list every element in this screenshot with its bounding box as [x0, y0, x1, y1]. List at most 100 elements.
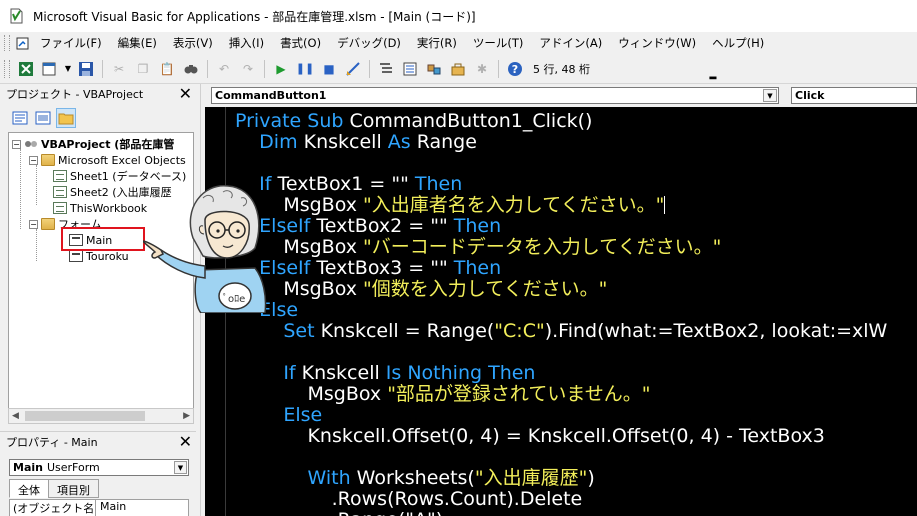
insert-dropdown-icon[interactable]: ▼ — [64, 60, 72, 78]
help-icon[interactable]: ? — [505, 60, 525, 78]
code-line[interactable]: ElseIf TextBox3 = "" Then — [235, 258, 887, 279]
code-line[interactable]: If TextBox1 = "" Then — [235, 174, 887, 195]
menu-file[interactable]: ファイル(F) — [32, 35, 110, 51]
break-icon[interactable]: ❚❚ — [295, 60, 315, 78]
find-icon[interactable] — [181, 60, 201, 78]
tools-icon[interactable]: ✱ — [472, 60, 492, 78]
toolbar-separator — [102, 59, 103, 78]
code-line[interactable]: Else — [235, 405, 887, 426]
code-keyword: With — [235, 467, 357, 489]
code-line[interactable]: Private Sub CommandButton1_Click() — [235, 111, 887, 132]
code-line[interactable]: Dim Knskcell As Range — [235, 132, 887, 153]
object-combo[interactable]: CommandButton1 ▼ — [211, 87, 779, 104]
tab-alphabetic[interactable]: 全体 — [9, 479, 49, 498]
close-icon[interactable]: ✕ — [179, 433, 192, 450]
code-token: .Range("A"). — [235, 509, 450, 516]
menu-format[interactable]: 書式(O) — [272, 35, 329, 51]
undo-icon[interactable]: ↶ — [214, 60, 234, 78]
save-icon[interactable] — [76, 60, 96, 78]
code-string: "部品が登録されていません。" — [387, 383, 651, 405]
toolbox-icon[interactable] — [448, 60, 468, 78]
code-line[interactable]: Knskcell.Offset(0, 4) = Knskcell.Offset(… — [235, 426, 887, 447]
toggle-folders-icon[interactable] — [56, 108, 76, 128]
procedure-combo[interactable]: Click — [791, 87, 917, 104]
toolbar-grip[interactable] — [4, 59, 10, 78]
chevron-down-icon[interactable]: ▼ — [763, 89, 777, 102]
reset-icon[interactable]: ■ — [319, 60, 339, 78]
copy-icon[interactable]: ❐ — [133, 60, 153, 78]
properties-window-icon[interactable] — [400, 60, 420, 78]
svg-text:?: ? — [512, 63, 518, 76]
scroll-right-icon[interactable]: ▶ — [183, 411, 190, 421]
toolbar-overflow-icon[interactable]: ▂ — [708, 60, 718, 80]
code-line[interactable]: .Rows(Rows.Count).Delete — [235, 489, 887, 510]
code-window-icon[interactable] — [14, 35, 32, 51]
menu-tools[interactable]: ツール(T) — [465, 35, 532, 51]
redo-icon[interactable]: ↷ — [238, 60, 258, 78]
run-icon[interactable]: ▶ — [271, 60, 291, 78]
menu-debug[interactable]: デバッグ(D) — [329, 35, 409, 51]
code-line[interactable]: With Worksheets("入出庫履歴") — [235, 468, 887, 489]
code-line[interactable] — [235, 342, 887, 363]
code-line[interactable]: ElseIf TextBox2 = "" Then — [235, 216, 887, 237]
menu-insert[interactable]: 挿入(I) — [221, 35, 272, 51]
code-line[interactable]: MsgBox "入出庫者名を入力してください。" — [235, 195, 887, 216]
object-browser-icon[interactable] — [424, 60, 444, 78]
code-string: "C:C" — [494, 320, 545, 342]
code-line[interactable] — [235, 447, 887, 468]
project-pane-header: プロジェクト - VBAProject ✕ — [0, 84, 196, 104]
tree-item-project[interactable]: − VBAProject (部品在庫管 — [12, 136, 174, 152]
collapse-icon[interactable]: − — [29, 155, 38, 165]
vba-app-icon — [10, 8, 23, 24]
code-editor[interactable]: Private Sub CommandButton1_Click() Dim K… — [205, 107, 917, 516]
menu-addins[interactable]: アドイン(A) — [531, 35, 610, 51]
tree-item-excel-objects[interactable]: − Microsoft Excel Objects — [29, 152, 186, 168]
project-tree-hscrollbar[interactable]: ◀ ▶ — [8, 408, 194, 424]
scroll-thumb[interactable] — [25, 411, 145, 421]
tab-categorized[interactable]: 項目別 — [48, 479, 99, 498]
chevron-down-icon[interactable]: ▼ — [174, 461, 187, 474]
menu-run[interactable]: 実行(R) — [409, 35, 465, 51]
text-caret — [664, 196, 666, 214]
paste-icon[interactable]: 📋 — [157, 60, 177, 78]
property-value[interactable]: Main — [96, 500, 126, 516]
menu-edit[interactable]: 編集(E) — [110, 35, 165, 51]
scroll-left-icon[interactable]: ◀ — [12, 411, 19, 421]
tree-item-workbook[interactable]: ThisWorkbook — [53, 200, 147, 216]
properties-tabs: 全体 項目別 — [9, 479, 99, 498]
insert-userform-icon[interactable] — [40, 60, 60, 78]
collapse-icon[interactable]: − — [29, 219, 38, 229]
code-token: ) — [587, 467, 595, 489]
cut-icon[interactable]: ✂ — [109, 60, 129, 78]
cursor-position: 5 行, 48 桁 — [533, 62, 590, 76]
properties-object-select[interactable]: Main UserForm ▼ — [9, 459, 189, 476]
code-line[interactable]: MsgBox "個数を入力してください。" — [235, 279, 887, 300]
code-text[interactable]: Private Sub CommandButton1_Click() Dim K… — [235, 111, 887, 516]
toolbar-separator — [498, 59, 499, 78]
close-icon[interactable]: ✕ — [179, 86, 192, 102]
code-token: Knskcell = Range( — [320, 320, 495, 342]
properties-row[interactable]: (オブジェクト名) Main — [9, 499, 189, 516]
excel-view-icon[interactable] — [16, 60, 36, 78]
properties-pane-title: プロパティ - Main — [6, 435, 98, 449]
userform-icon — [69, 250, 83, 262]
code-line[interactable]: Set Knskcell = Range("C:C").Find(what:=T… — [235, 321, 887, 342]
folder-icon — [41, 154, 55, 166]
code-line[interactable]: Else — [235, 300, 887, 321]
menu-view[interactable]: 表示(V) — [165, 35, 221, 51]
code-line[interactable] — [235, 153, 887, 174]
code-line[interactable]: .Range("A"). — [235, 510, 887, 516]
project-explorer-icon[interactable] — [376, 60, 396, 78]
menu-window[interactable]: ウィンドウ(W) — [610, 35, 704, 51]
design-mode-icon[interactable] — [343, 60, 363, 78]
code-line[interactable]: MsgBox "バーコードデータを入力してください。" — [235, 237, 887, 258]
menu-grip[interactable] — [4, 35, 10, 51]
code-line[interactable]: If Knskcell Is Nothing Then — [235, 363, 887, 384]
collapse-icon[interactable]: − — [12, 139, 21, 149]
tree-item-label: ThisWorkbook — [70, 201, 148, 215]
hand-scribble: ﾟoﾛe — [223, 293, 245, 305]
view-object-icon[interactable] — [33, 108, 53, 128]
code-line[interactable]: MsgBox "部品が登録されていません。" — [235, 384, 887, 405]
menu-help[interactable]: ヘルプ(H) — [704, 35, 772, 51]
view-code-icon[interactable] — [10, 108, 30, 128]
